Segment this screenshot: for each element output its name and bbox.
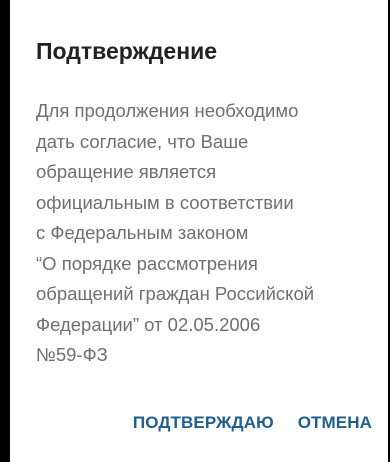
message-line: обращений граждан Российской — [36, 283, 315, 304]
message-line: обращение является — [36, 161, 217, 182]
message-line: дать согласие, что Ваше — [36, 130, 249, 152]
dialog-title: Подтверждение — [36, 38, 218, 64]
message-line: с Федеральным законом — [36, 222, 249, 243]
confirmation-dialog: Подтверждение Для продолжения необходимо… — [10, 0, 388, 462]
dialog-actions: ПОДТВЕРЖДАЮ ОТМЕНА — [133, 413, 372, 433]
cancel-button[interactable]: ОТМЕНА — [298, 413, 372, 433]
confirm-button[interactable]: ПОДТВЕРЖДАЮ — [133, 413, 274, 433]
message-line: официальным в соответствии — [36, 191, 294, 213]
dialog-message: Для продолжения необходимо дать согласие… — [36, 96, 376, 371]
message-line: Для продолжения необходимо — [36, 100, 299, 121]
message-line: Федерации” от 02.05.2006 — [36, 313, 261, 335]
message-line: №59-ФЗ — [36, 344, 108, 365]
message-line: “О порядке рассмотрения — [36, 252, 258, 274]
